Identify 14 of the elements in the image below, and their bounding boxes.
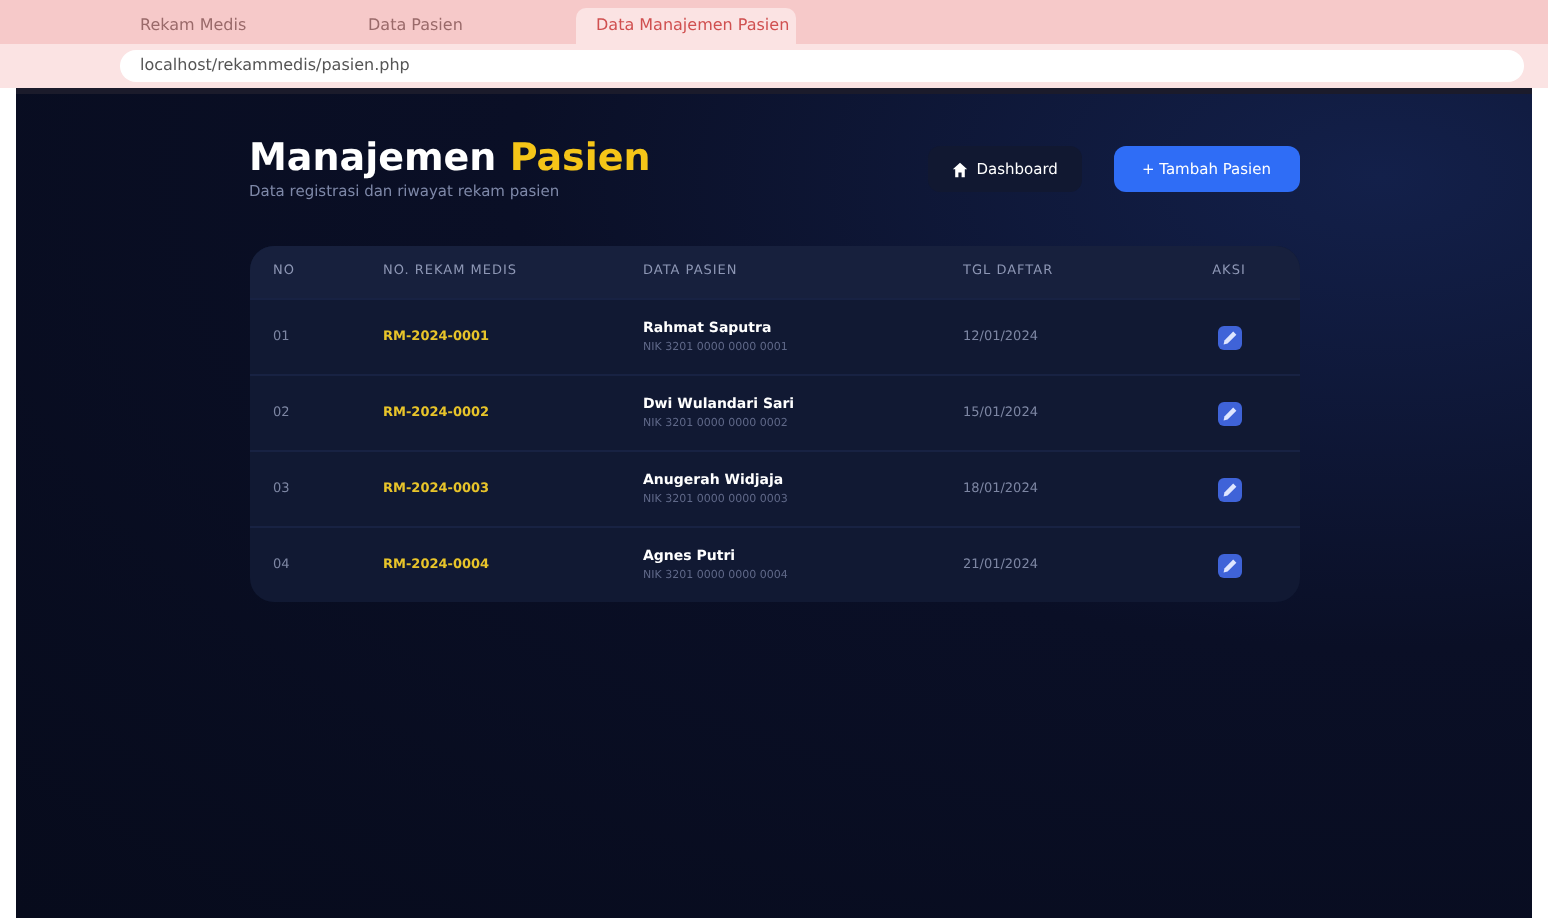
browser-tab[interactable]: Data Manajemen Pasien [576, 8, 796, 44]
edit-icon [1221, 405, 1237, 422]
edit-button[interactable] [1217, 477, 1241, 502]
browser-tab[interactable]: Rekam Medis [120, 8, 340, 44]
edit-icon [1221, 557, 1237, 574]
browser-tab[interactable]: Data Pasien [348, 8, 568, 44]
edit-button[interactable] [1217, 553, 1241, 578]
edit-icon [1221, 481, 1237, 498]
page-title: Manajemen Pasien [249, 138, 651, 180]
edit-button[interactable] [1217, 325, 1241, 350]
home-icon [952, 161, 969, 178]
edit-button[interactable] [1217, 401, 1241, 426]
edit-icon [1221, 329, 1237, 346]
address-bar[interactable]: localhost/rekammedis/pasien.php [120, 50, 1524, 82]
